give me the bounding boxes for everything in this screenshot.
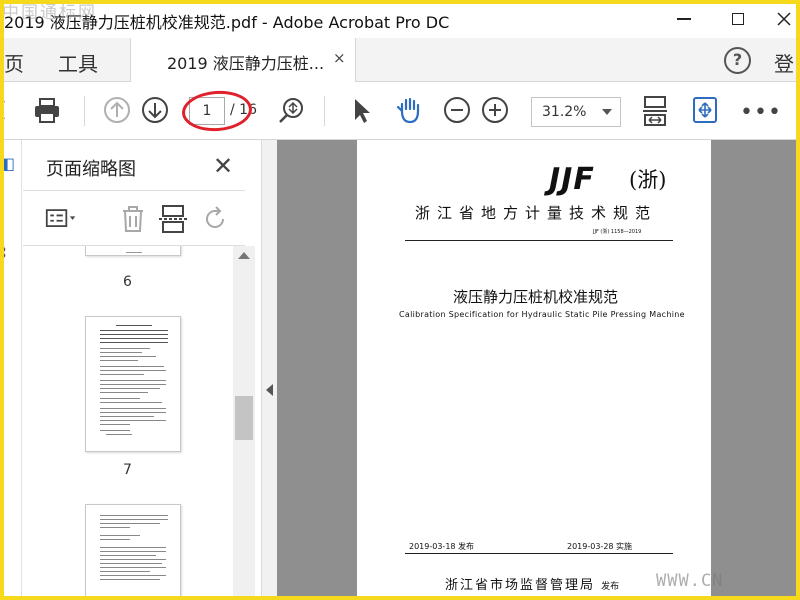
- panel-splitter[interactable]: [261, 140, 277, 600]
- title-bar: 2019 液压静力压桩机校准规范.pdf - Adobe Acrobat Pro…: [0, 0, 800, 38]
- scrollbar-thumb[interactable]: [235, 396, 253, 440]
- more-icon[interactable]: •••: [740, 100, 782, 125]
- login-button[interactable]: 登: [774, 48, 794, 77]
- jjf-logo-suffix: (浙): [629, 168, 667, 192]
- thumbnail-page-8[interactable]: [85, 504, 181, 600]
- maximize-icon: [732, 13, 744, 25]
- fit-page-icon[interactable]: [640, 94, 670, 128]
- page-thumbnails-panel: 页面缩略图 ✕ 6 7: [23, 140, 261, 600]
- rotate-page-icon[interactable]: [199, 203, 231, 235]
- watermark-top: 中国通标网: [2, 3, 97, 23]
- scroll-mode-icon[interactable]: [690, 95, 720, 125]
- attachment-icon[interactable]: ⌇: [0, 242, 8, 261]
- jjf-logo: JJF: [549, 162, 595, 197]
- thumbnail-page-number: 6: [123, 274, 132, 290]
- document-tab-label: 2019 液压静力压桩...: [167, 54, 325, 73]
- hand-tool-icon[interactable]: [394, 95, 424, 125]
- collapse-panel-icon[interactable]: [266, 384, 273, 396]
- nav-home[interactable]: 页: [4, 48, 24, 77]
- panel-close-icon[interactable]: ✕: [213, 152, 233, 180]
- document-organization: 浙江省地方计量技术规范: [415, 204, 658, 222]
- page-down-icon[interactable]: [140, 95, 170, 125]
- zoom-level-value: 31.2%: [542, 104, 587, 120]
- pdf-page: JJF (浙) 浙江省地方计量技术规范 JJF (浙) 1158—2019 液压…: [357, 140, 711, 600]
- thumbnail-options-icon[interactable]: [45, 203, 77, 235]
- zoom-out-icon[interactable]: [442, 95, 472, 125]
- red-annotation-ellipse: [180, 88, 254, 134]
- thumbnail-list: 6 7: [23, 246, 233, 600]
- minimize-button[interactable]: [664, 4, 704, 34]
- panel-title: 页面缩略图: [46, 159, 136, 180]
- menu-tab-bar: 页 工具 2019 液压静力压桩... × ? 登: [0, 38, 800, 82]
- document-code: JJF (浙) 1158—2019: [593, 229, 642, 235]
- zoom-level-select[interactable]: 31.2%: [531, 97, 621, 127]
- partial-tool-icon[interactable]: [0, 95, 24, 125]
- split-page-icon[interactable]: [157, 203, 189, 235]
- scroll-up-icon[interactable]: [238, 252, 250, 259]
- document-view: JJF (浙) 浙江省地方计量技术规范 JJF (浙) 1158—2019 液压…: [277, 140, 800, 600]
- toolbar-separator: [84, 96, 85, 126]
- left-rail: ◧ ▏ ⌇: [0, 140, 22, 600]
- divider: [405, 553, 673, 554]
- zoom-search-icon[interactable]: [276, 95, 306, 125]
- print-icon[interactable]: [32, 95, 62, 125]
- thumbnail-page-6[interactable]: [85, 246, 181, 256]
- maximize-button[interactable]: [718, 4, 758, 34]
- issue-date: 2019-03-18 发布: [409, 542, 475, 551]
- publisher-suffix: 发布: [601, 582, 620, 592]
- document-tab[interactable]: 2019 液压静力压桩... ×: [130, 38, 356, 82]
- publisher-name: 浙江省市场监督管理局: [445, 578, 596, 593]
- toolbar-separator: [324, 96, 325, 126]
- toolbar: 1 / 16 31.2% •••: [0, 82, 800, 140]
- bookmark-icon[interactable]: ▏: [0, 206, 12, 225]
- page-thumbnails-icon[interactable]: ◧: [0, 154, 15, 173]
- page-up-icon[interactable]: [102, 95, 132, 125]
- document-title: 液压静力压桩机校准规范: [453, 288, 619, 306]
- document-publisher: 浙江省市场监督管理局 发布: [445, 574, 619, 593]
- thumbnail-scrollbar[interactable]: [233, 246, 255, 600]
- document-tab-close-icon[interactable]: ×: [333, 49, 346, 67]
- thumbnail-page-7[interactable]: [85, 316, 181, 452]
- minimize-icon: [677, 18, 691, 20]
- select-cursor-icon[interactable]: [346, 95, 376, 125]
- delete-page-icon[interactable]: [117, 203, 149, 235]
- divider: [405, 240, 673, 241]
- panel-toolbar: [23, 190, 245, 246]
- thumbnail-page-number: 7: [123, 462, 132, 478]
- watermark-bottom: WWW.CN: [656, 571, 724, 591]
- document-english-title: Calibration Specification for Hydraulic …: [399, 310, 685, 319]
- close-icon: [777, 12, 791, 26]
- zoom-in-icon[interactable]: [480, 95, 510, 125]
- chevron-down-icon: [602, 109, 612, 115]
- nav-tools[interactable]: 工具: [58, 48, 98, 77]
- close-window-button[interactable]: [764, 4, 800, 34]
- help-icon[interactable]: ?: [724, 47, 751, 74]
- implementation-date: 2019-03-28 实施: [567, 542, 633, 551]
